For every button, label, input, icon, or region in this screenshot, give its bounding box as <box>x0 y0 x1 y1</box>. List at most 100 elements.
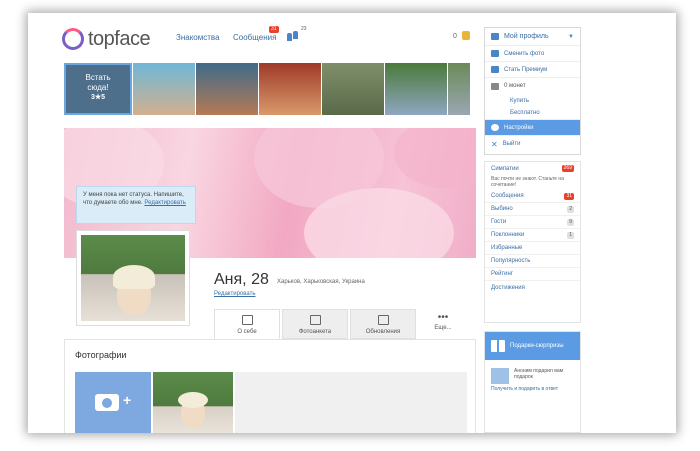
people-count: 23 <box>301 26 307 32</box>
likes-item[interactable]: Симпатии 269 <box>485 162 580 175</box>
stat-label: Симпатии <box>491 165 519 172</box>
people-icon[interactable] <box>287 31 299 41</box>
cta-count: 3★5 <box>90 94 106 101</box>
stat-badge: 2 <box>567 205 574 213</box>
gifts-title: Подарки-сюрпризы <box>510 342 564 349</box>
profile-menu: Мой профиль ▼ Сменить фото Стать Премиум… <box>484 27 581 155</box>
star-icon <box>491 66 499 73</box>
coins-count: 0 <box>453 33 457 40</box>
messages-item[interactable]: Сообщения 31 <box>485 190 580 203</box>
stat-label: Гости <box>491 219 507 225</box>
tab-photo-profile[interactable]: Фотоанкета <box>282 309 348 339</box>
tab-label: Обновления <box>365 329 401 335</box>
menu-label: 0 монет <box>504 83 526 89</box>
photos-section: Фотографии + <box>64 339 476 433</box>
free-coins-link[interactable]: Бесплатно <box>485 107 580 120</box>
my-profile-dropdown[interactable]: Мой профиль ▼ <box>485 28 580 46</box>
gifts-header[interactable]: Подарки-сюрпризы <box>485 332 580 360</box>
anonymous-user-icon <box>491 368 509 384</box>
messages-badge: 31 <box>269 26 279 33</box>
menu-header-label: Мой профиль <box>504 33 549 40</box>
likes-note: Вас почти не знают. Станьте на сочетание… <box>491 176 564 188</box>
gear-icon <box>491 124 499 131</box>
guests-item[interactable]: Гости 9 <box>485 216 580 229</box>
favorites-item[interactable]: Избранные <box>485 242 580 255</box>
close-icon: ✕ <box>491 139 498 149</box>
tab-more[interactable]: ••• Еще... <box>418 309 468 339</box>
profile-edit-link[interactable]: Редактировать <box>214 291 255 297</box>
leader-photo[interactable] <box>322 63 384 115</box>
tab-label: О себе <box>237 329 257 335</box>
add-photo-button[interactable]: + <box>75 372 151 433</box>
join-leaders-button[interactable]: Встать сюда! 3★5 <box>64 63 132 115</box>
camera-icon <box>95 394 119 411</box>
settings-item[interactable]: Настройки <box>485 120 580 136</box>
status-edit-link[interactable]: Редактировать <box>144 200 185 206</box>
profile-avatar[interactable] <box>76 230 190 326</box>
stat-badge: 31 <box>564 192 574 200</box>
leader-photo[interactable] <box>133 63 195 115</box>
camera-icon <box>491 50 499 57</box>
gifts-widget: Подарки-сюрпризы Аноним подарил вам пода… <box>484 331 581 433</box>
leader-photo[interactable] <box>448 63 470 115</box>
menu-label: Сменить фото <box>504 50 545 57</box>
stat-badge: 269 <box>561 165 574 172</box>
coins-item: 0 монет <box>485 78 580 94</box>
browser-frame: topface Знакомства Сообщения 31 23 0 Вст… <box>28 13 676 433</box>
calendar-icon <box>377 315 389 325</box>
gift-notice: Аноним подарил вам подарок <box>485 360 580 384</box>
nav-dating-link[interactable]: Знакомства <box>176 33 220 42</box>
stat-label: Популярность <box>491 258 531 264</box>
menu-label: Стать Премиум <box>504 66 548 73</box>
topface-logo[interactable]: topface <box>62 27 151 51</box>
logout-item[interactable]: ✕ Выйти <box>485 136 580 152</box>
popularity-item[interactable]: Популярность <box>485 255 580 268</box>
leader-photo[interactable] <box>196 63 258 115</box>
stat-label: Сообщения <box>491 193 524 199</box>
photos-title: Фотографии <box>75 350 127 360</box>
stat-label: Поклонники <box>491 232 525 238</box>
tab-label: Еще... <box>434 325 452 331</box>
views-item[interactable]: Выбино 2 <box>485 203 580 216</box>
stat-badge: 9 <box>567 218 574 226</box>
tab-about[interactable]: О себе <box>214 309 280 339</box>
status-bubble: У меня пока нет статуса. Напишите, что д… <box>76 186 196 224</box>
achievements-item[interactable]: Достижения <box>485 281 580 294</box>
leaders-strip: Встать сюда! 3★5 <box>64 63 470 115</box>
photo-icon <box>309 315 321 325</box>
fans-item[interactable]: Поклонники 1 <box>485 229 580 242</box>
cta-line1: Встать <box>85 73 111 82</box>
more-icon: ••• <box>437 312 449 323</box>
profile-tabs: О себе Фотоанкета Обновления ••• Еще... <box>214 309 468 339</box>
calendar-icon <box>241 315 253 325</box>
coins-icon[interactable] <box>462 31 470 40</box>
stat-label: Выбино <box>491 206 513 212</box>
change-photo-item[interactable]: Сменить фото <box>485 46 580 62</box>
get-gift-link[interactable]: Получить и подарить в ответ <box>485 384 580 394</box>
photos-placeholder <box>235 372 467 433</box>
logo-icon <box>62 28 84 50</box>
cta-line2: сюда! <box>87 83 109 92</box>
tab-updates[interactable]: Обновления <box>350 309 416 339</box>
premium-item[interactable]: Стать Премиум <box>485 62 580 78</box>
rating-item[interactable]: Рейтинг <box>485 268 580 281</box>
stat-label: Достижения <box>491 284 525 291</box>
chevron-down-icon: ▼ <box>568 33 574 40</box>
menu-label: Настройки <box>504 124 534 131</box>
menu-label: Выйти <box>502 141 521 147</box>
profile-name: Аня, 28 <box>214 271 269 288</box>
stat-label: Избранные <box>491 245 523 251</box>
gift-text: Аноним подарил вам подарок <box>514 368 564 380</box>
buy-coins-link[interactable]: Купить <box>485 94 580 107</box>
photo-thumbnail[interactable] <box>153 372 233 433</box>
logo-text: topface <box>88 27 151 50</box>
stat-label: Рейтинг <box>491 271 514 277</box>
tab-label: Фотоанкета <box>298 329 332 335</box>
leader-photo[interactable] <box>385 63 447 115</box>
leader-photo[interactable] <box>259 63 321 115</box>
plus-icon: + <box>123 392 132 408</box>
stat-badge: 1 <box>567 231 574 239</box>
profile-location: Харьков, Харьковская, Украина <box>277 279 365 285</box>
nav-messages-link[interactable]: Сообщения <box>233 33 276 42</box>
user-icon <box>491 33 499 40</box>
